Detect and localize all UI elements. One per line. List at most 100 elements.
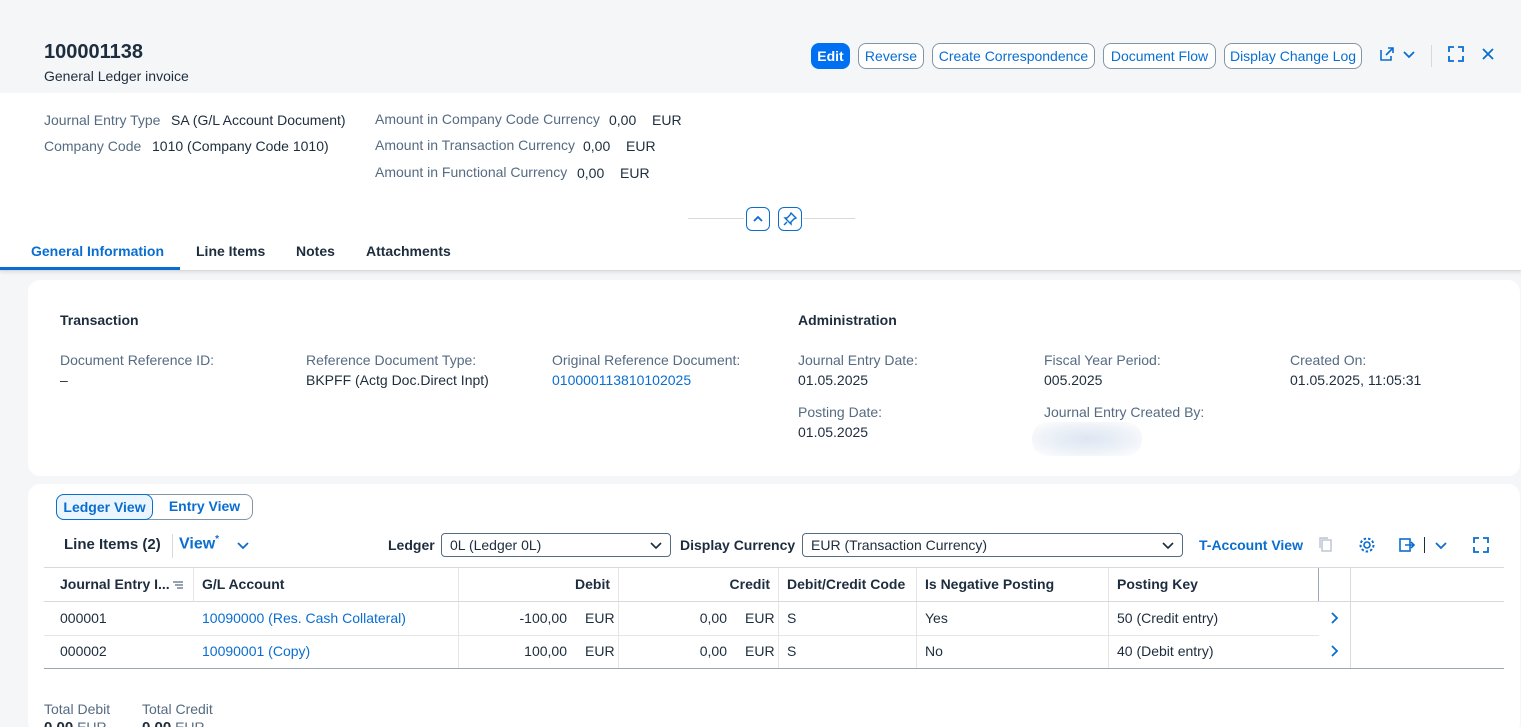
cell-gl-account-link[interactable]: 10090000 (Res. Cash Collateral) [194,602,414,635]
cell-credit: 0,00 [699,610,727,626]
total-debit-currency: EUR [77,719,107,727]
collapse-header-button[interactable] [746,207,770,231]
amount-transaction-currency: EUR [626,138,656,154]
column-header-debit-credit-code[interactable]: Debit/Credit Code [779,568,917,602]
cell-is-negative-posting: Yes [925,610,948,626]
share-icon[interactable] [1378,45,1396,69]
sort-icon [172,578,184,594]
chevron-down-icon[interactable] [1402,45,1416,69]
company-code-value: 1010 (Company Code 1010) [152,138,329,154]
orig-ref-doc-link[interactable]: 010000113810102025 [552,372,691,388]
collapse-divider-left [688,218,744,219]
doc-ref-id-label: Document Reference ID: [60,352,215,368]
chevron-right-icon[interactable] [1328,611,1340,628]
column-separator [916,602,917,668]
chevron-up-icon [753,215,763,222]
fullscreen-icon[interactable] [1472,536,1490,557]
cell-journal-entry-item: 000001 [60,610,107,626]
create-correspondence-button[interactable]: Create Correspondence [932,43,1095,69]
cell-debit: -100,00 [519,610,567,626]
reverse-button[interactable]: Reverse [858,43,924,69]
total-credit: 0,00 EUR [142,719,205,727]
ref-doc-type-label: Reference Document Type: [306,352,477,368]
cell-debit-currency: EUR [585,610,615,626]
tab-attachments[interactable]: Attachments [366,243,451,259]
chevron-down-icon[interactable] [1434,537,1448,556]
variant-view-label: View [179,535,216,553]
edit-button[interactable]: Edit [811,43,850,69]
cell-debit-currency: EUR [585,643,615,659]
line-items-title: Line Items (2) [64,536,161,553]
t-account-view-button[interactable]: T-Account View [1199,537,1303,553]
close-icon[interactable] [1480,45,1496,69]
cell-credit: 0,00 [699,643,727,659]
company-code-label: Company Code [44,138,142,154]
cell-debit-credit-code: S [787,643,797,659]
document-flow-button[interactable]: Document Flow [1103,43,1216,69]
chevron-right-icon[interactable] [1328,644,1340,661]
tab-general-information[interactable]: General Information [31,243,164,259]
orig-ref-doc-label: Original Reference Document: [552,352,741,368]
column-header-is-negative-posting[interactable]: Is Negative Posting [917,568,1109,602]
export-separator [1424,537,1425,553]
variant-view-selector[interactable]: View* [179,534,219,553]
je-date-value: 01.05.2025 [798,372,869,388]
cell-gl-account-link[interactable]: 10090001 (Copy) [194,635,318,668]
column-header-navigation [1319,568,1351,602]
display-change-log-button[interactable]: Display Change Log [1224,43,1362,69]
total-credit-currency: EUR [175,719,205,727]
table-bottom-border [44,668,1504,669]
column-header-debit[interactable]: Debit [459,568,619,602]
title-separator [172,534,173,558]
created-by-blurred-value [1032,422,1142,456]
amount-company-code-value: 0,00 [609,112,637,128]
copy-icon[interactable] [1318,536,1334,557]
posting-date-label: Posting Date: [798,404,883,420]
collapse-divider-right [803,218,855,219]
tab-line-items[interactable]: Line Items [196,243,265,259]
column-separator [618,602,619,668]
ledger-select[interactable]: 0L (Ledger 0L) [441,533,671,557]
fullscreen-icon[interactable] [1447,45,1465,69]
display-currency-select[interactable]: EUR (Transaction Currency) [802,533,1183,557]
total-debit-label: Total Debit [44,701,111,717]
display-currency-label: Display Currency [680,537,796,553]
column-header-posting-key[interactable]: Posting Key [1109,568,1319,602]
total-credit-value: 0,00 [142,719,171,727]
ledger-select-value: 0L (Ledger 0L) [450,537,542,553]
amount-functional-currency: EUR [620,165,650,181]
posting-date-value: 01.05.2025 [798,424,869,440]
entry-view-segment[interactable]: Entry View [156,494,253,520]
cell-is-negative-posting: No [925,643,943,659]
transaction-section-title: Transaction [60,312,139,328]
section-tab-bar: General Information Line Items Notes Att… [0,231,1521,271]
amount-company-code-currency: EUR [652,112,682,128]
chevron-down-icon[interactable] [236,537,250,556]
amount-company-code-label: Amount in Company Code Currency [375,111,600,127]
ledger-label: Ledger [388,537,435,553]
page-subtitle: General Ledger invoice [44,68,189,84]
selected-tab-indicator [0,267,180,270]
header-separator [1431,45,1432,67]
tab-notes[interactable]: Notes [296,243,335,259]
display-currency-value: EUR (Transaction Currency) [811,537,988,553]
amount-functional-value: 0,00 [577,165,605,181]
column-header-credit[interactable]: Credit [619,568,779,602]
created-on-value: 01.05.2025, 11:05:31 [1290,372,1422,388]
amount-transaction-value: 0,00 [583,138,611,154]
pin-header-button[interactable] [778,207,802,231]
total-debit: 0,00 EUR [44,719,107,727]
cell-credit-currency: EUR [745,610,775,626]
ledger-view-segment[interactable]: Ledger View [56,494,153,520]
export-icon[interactable] [1398,536,1416,557]
doc-ref-id-value: – [60,372,68,388]
created-by-label: Journal Entry Created By: [1044,404,1205,420]
pin-icon [783,211,798,226]
cell-posting-key: 50 (Credit entry) [1117,610,1219,626]
variant-modified-marker: * [215,534,220,545]
created-on-label: Created On: [1290,352,1367,368]
column-separator [1108,602,1109,668]
column-header-gl-account[interactable]: G/L Account [194,568,459,602]
settings-gear-icon[interactable] [1358,536,1376,557]
amount-transaction-label: Amount in Transaction Currency [375,137,575,153]
